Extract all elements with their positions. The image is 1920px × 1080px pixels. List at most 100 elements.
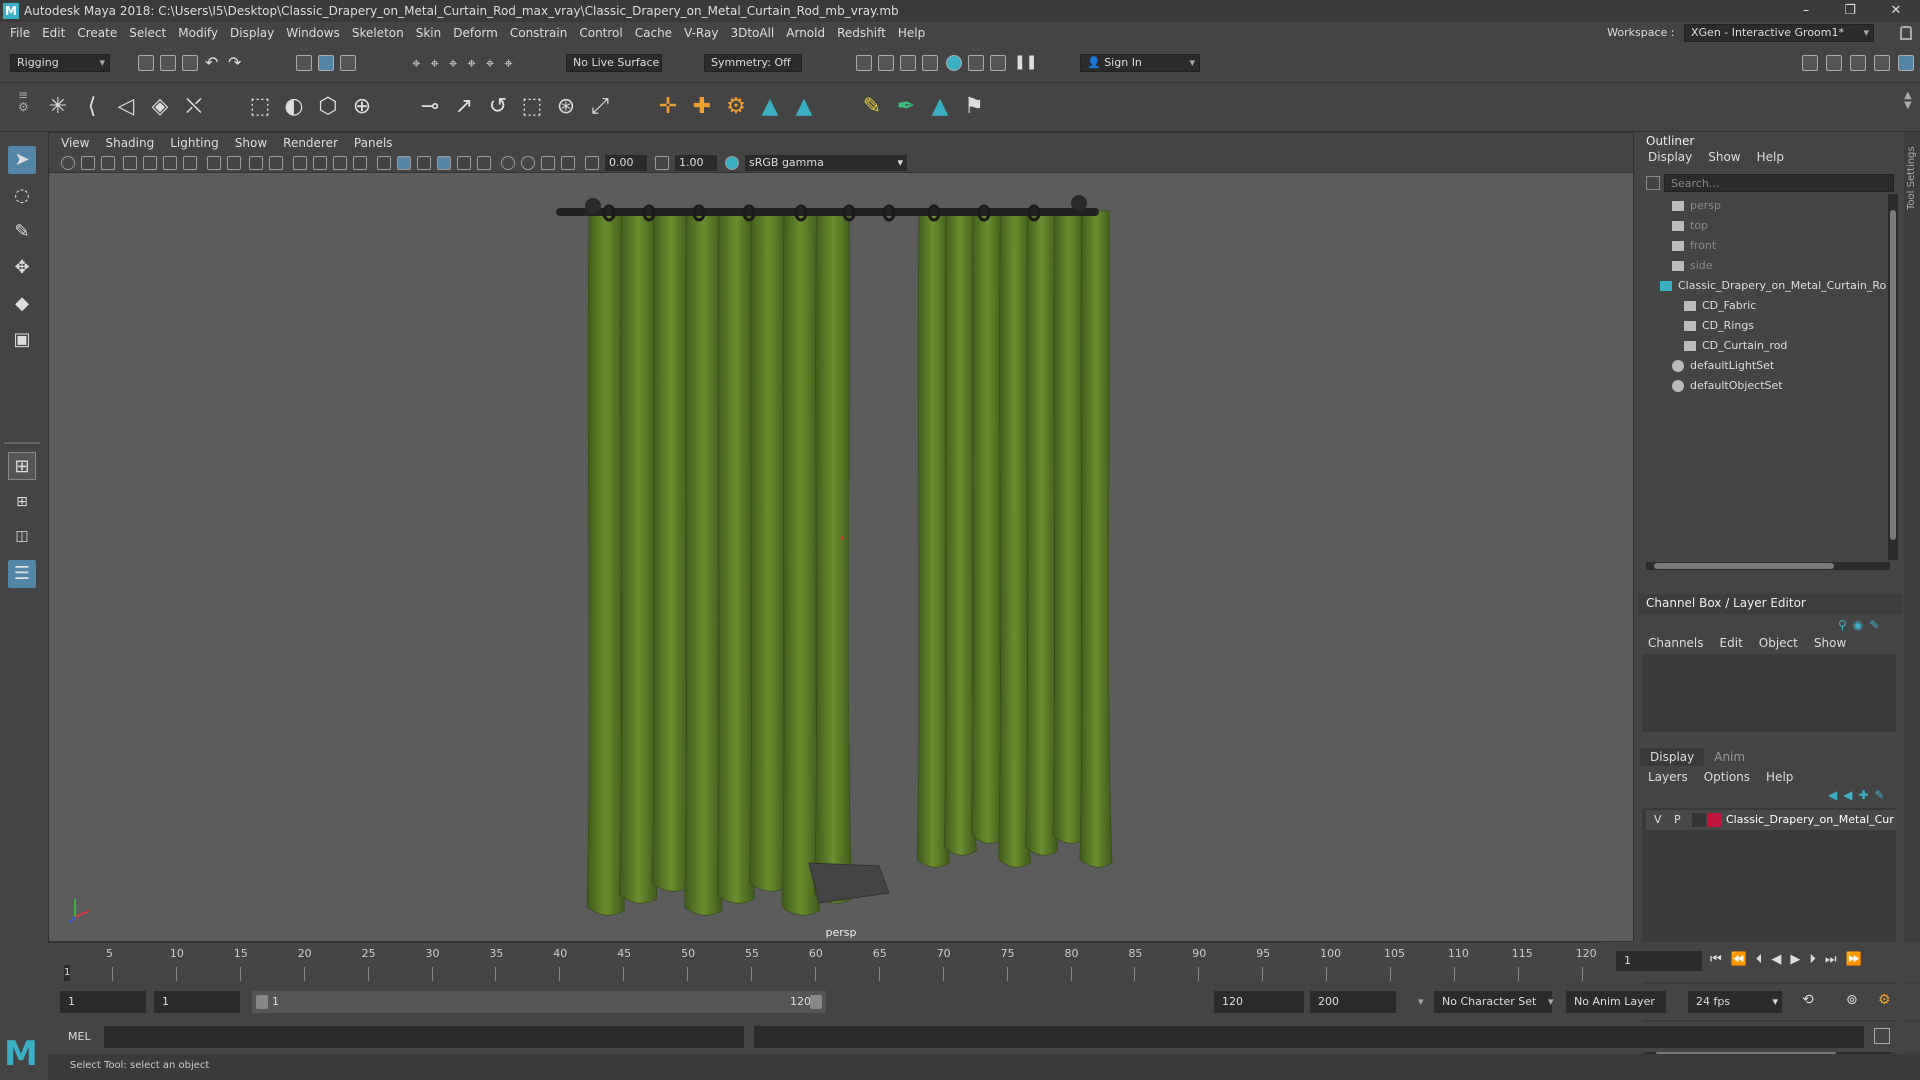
render-settings-icon[interactable] bbox=[922, 55, 938, 71]
save-scene-icon[interactable] bbox=[182, 55, 198, 71]
lasso-tool-icon[interactable]: ◌ bbox=[8, 182, 36, 210]
script-editor-icon[interactable] bbox=[1874, 1028, 1890, 1044]
redo-icon[interactable]: ↷ bbox=[228, 53, 241, 72]
symmetry-dropdown[interactable]: Symmetry: Off bbox=[704, 54, 802, 72]
scale-constraint-icon[interactable]: ⬚ bbox=[518, 93, 546, 121]
move-tool-icon[interactable]: ✥ bbox=[8, 254, 36, 282]
current-frame-field[interactable]: 1 bbox=[1616, 951, 1702, 971]
anim-layer-field[interactable]: No Anim Layer bbox=[1566, 991, 1666, 1013]
field-chart-icon[interactable] bbox=[227, 156, 241, 170]
depth-of-field-icon[interactable] bbox=[477, 156, 491, 170]
script-language-toggle[interactable]: MEL bbox=[68, 1030, 91, 1043]
viewport-menu-show[interactable]: Show bbox=[227, 133, 275, 153]
two-view-layout-icon[interactable]: ◫ bbox=[8, 522, 36, 550]
playback-end-field[interactable]: 120 bbox=[1214, 991, 1304, 1013]
menu-cache[interactable]: Cache bbox=[629, 22, 678, 44]
pole-vector-icon[interactable]: ⤢ bbox=[586, 93, 614, 121]
wrap-icon[interactable]: ⊕ bbox=[348, 93, 376, 121]
blend-shape-icon[interactable]: ◐ bbox=[280, 93, 308, 121]
menu-display[interactable]: Display bbox=[224, 22, 280, 44]
viewport-menu-shading[interactable]: Shading bbox=[97, 133, 162, 153]
select-by-object-icon[interactable] bbox=[318, 55, 334, 71]
viewport-panel[interactable]: View Shading Lighting Show Renderer Panels 0.… bbox=[48, 132, 1634, 942]
tool-settings-icon[interactable] bbox=[1850, 55, 1866, 71]
skeleton-icon[interactable]: ▲ bbox=[790, 93, 818, 121]
menu-edit[interactable]: Edit bbox=[36, 22, 71, 44]
range-end-handle[interactable] bbox=[810, 995, 822, 1009]
layer-menu-layers[interactable]: Layers bbox=[1640, 770, 1696, 784]
menu-vray[interactable]: V-Ray bbox=[678, 22, 724, 44]
safe-action-icon[interactable] bbox=[249, 156, 263, 170]
character-set-field[interactable]: No Character Set bbox=[1434, 991, 1552, 1013]
isolate-select-icon[interactable] bbox=[501, 156, 515, 170]
camera-attributes-icon[interactable] bbox=[81, 156, 95, 170]
minimize-button[interactable]: – bbox=[1792, 1, 1820, 21]
outliner-item[interactable]: top bbox=[1672, 216, 1708, 236]
menu-arnold[interactable]: Arnold bbox=[780, 22, 831, 44]
menu-skeleton[interactable]: Skeleton bbox=[346, 22, 410, 44]
animation-end-field[interactable]: 200 bbox=[1310, 991, 1396, 1013]
curtain-rod[interactable] bbox=[556, 208, 1099, 216]
channel-menu-show[interactable]: Show bbox=[1806, 636, 1854, 650]
sign-in-dropdown[interactable]: 👤 Sign In ▾ bbox=[1080, 54, 1200, 72]
resolution-gate-icon[interactable] bbox=[183, 156, 197, 170]
playback-buttons[interactable]: ⏮⏪⏴◀▶⏵⏭⏩ bbox=[1710, 952, 1871, 967]
locator-icon[interactable]: ✛ bbox=[654, 93, 682, 121]
gamma-field[interactable]: 1.00 bbox=[675, 155, 717, 171]
gamma-icon[interactable] bbox=[655, 156, 669, 170]
render-view-icon[interactable] bbox=[856, 55, 872, 71]
outliner-layout-icon[interactable]: ☰ bbox=[8, 560, 36, 588]
menu-redshift[interactable]: Redshift bbox=[831, 22, 892, 44]
outliner-item[interactable]: front bbox=[1672, 236, 1716, 256]
snap-icons[interactable]: ⌖⌖⌖⌖⌖⌖ bbox=[412, 54, 523, 72]
render-frame-icon[interactable] bbox=[878, 55, 894, 71]
layer-menu-help[interactable]: Help bbox=[1758, 770, 1801, 784]
menu-modify[interactable]: Modify bbox=[172, 22, 224, 44]
gate-mask-icon[interactable] bbox=[207, 156, 221, 170]
layer-visibility-toggle[interactable]: V bbox=[1654, 813, 1662, 826]
menu-control[interactable]: Control bbox=[573, 22, 628, 44]
textured-icon[interactable] bbox=[353, 156, 367, 170]
shelf-menu-icon[interactable]: ≡ ⚙ bbox=[18, 89, 29, 113]
outliner-item[interactable]: Classic_Drapery_on_Metal_Curtain_Ro bbox=[1660, 276, 1886, 296]
viewport-menu-lighting[interactable]: Lighting bbox=[162, 133, 227, 153]
exposure-icon[interactable] bbox=[585, 156, 599, 170]
scene-view[interactable] bbox=[49, 173, 1635, 943]
channel-box-area[interactable] bbox=[1642, 654, 1896, 732]
paint-select-tool-icon[interactable]: ✎ bbox=[8, 218, 36, 246]
ik-fk-icon[interactable]: ✚ bbox=[688, 93, 716, 121]
menuset-dropdown[interactable]: Rigging ▾ bbox=[10, 54, 110, 72]
outliner-vscroll-thumb[interactable] bbox=[1890, 210, 1896, 540]
color-management-icon[interactable] bbox=[725, 156, 739, 170]
grid-icon[interactable] bbox=[143, 156, 157, 170]
wireframe-icon[interactable] bbox=[293, 156, 307, 170]
menu-file[interactable]: File bbox=[4, 22, 36, 44]
layer-row[interactable]: V P Classic_Drapery_on_Metal_Cur bbox=[1646, 810, 1896, 830]
point-constraint-icon[interactable]: ⊸ bbox=[416, 93, 444, 121]
paint-weights-icon[interactable]: ◈ bbox=[146, 93, 174, 121]
layer-type-box[interactable] bbox=[1692, 813, 1706, 827]
use-all-lights-icon[interactable] bbox=[377, 156, 391, 170]
muscle-icon[interactable]: ▲ bbox=[926, 93, 954, 121]
outliner-menu-show[interactable]: Show bbox=[1700, 150, 1748, 164]
tool-settings-tab[interactable]: Tool Settings bbox=[1904, 132, 1920, 1062]
layer-menu-options[interactable]: Options bbox=[1696, 770, 1758, 784]
playback-start-field[interactable]: 1 bbox=[154, 991, 240, 1013]
select-by-component-icon[interactable] bbox=[340, 55, 356, 71]
sculpt-icon[interactable]: ✒ bbox=[892, 93, 920, 121]
camera-select-icon[interactable] bbox=[61, 156, 75, 170]
exposure-field[interactable]: 0.00 bbox=[605, 155, 647, 171]
scale-tool-icon[interactable]: ▣ bbox=[8, 326, 36, 354]
animation-start-field[interactable]: 1 bbox=[60, 991, 146, 1013]
vray-render-icon[interactable] bbox=[990, 55, 1006, 71]
outliner-item[interactable]: CD_Curtain_rod bbox=[1684, 336, 1787, 356]
smooth-shade-icon[interactable] bbox=[313, 156, 327, 170]
xray-icon[interactable] bbox=[521, 156, 535, 170]
left-curtain[interactable] bbox=[586, 212, 853, 916]
outliner-item[interactable]: persp bbox=[1672, 196, 1721, 216]
layer-color-swatch[interactable] bbox=[1708, 813, 1722, 827]
undo-icon[interactable]: ↶ bbox=[205, 53, 218, 72]
current-time-marker[interactable]: 1 bbox=[64, 965, 70, 981]
outliner-menu-display[interactable]: Display bbox=[1640, 150, 1700, 164]
motion-blur-icon[interactable] bbox=[437, 156, 451, 170]
